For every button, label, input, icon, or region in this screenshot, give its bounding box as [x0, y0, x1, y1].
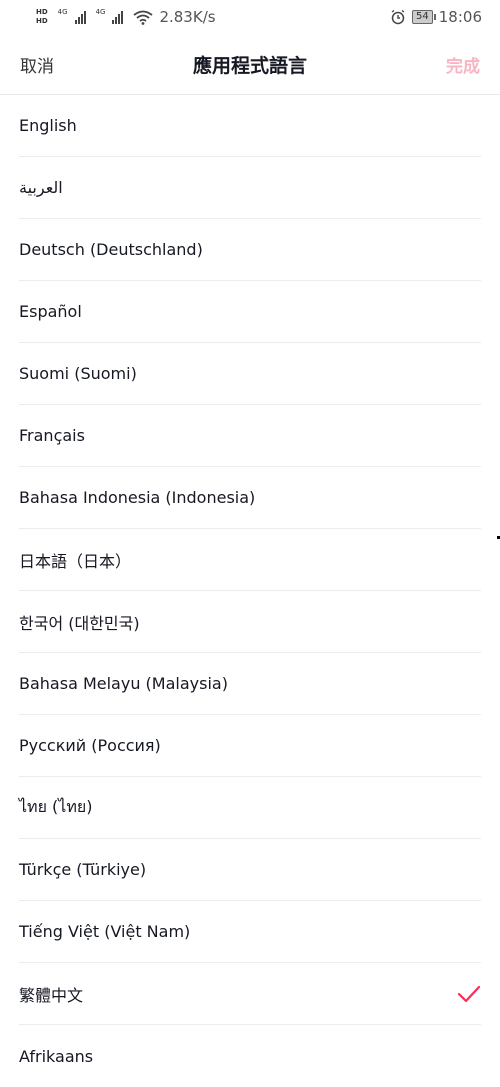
- language-label: Français: [19, 426, 85, 445]
- signal-2-label: 4G: [95, 8, 106, 16]
- language-option-finnish[interactable]: Suomi (Suomi): [19, 343, 481, 405]
- cancel-button[interactable]: 取消: [20, 52, 54, 77]
- hd-icon: HD HD: [36, 8, 48, 26]
- header: 取消 應用程式語言 完成: [0, 34, 500, 95]
- network-speed: 2.83K/s: [159, 8, 216, 26]
- battery-icon: 54: [412, 10, 436, 24]
- language-label: 日本語（日本）: [19, 551, 132, 571]
- signal-icon: [112, 10, 124, 24]
- language-label: English: [19, 116, 77, 135]
- language-option-indonesian[interactable]: Bahasa Indonesia (Indonesia): [19, 467, 481, 529]
- signal-1-label: 4G: [57, 8, 68, 16]
- language-option-japanese[interactable]: 日本語（日本）: [19, 529, 481, 591]
- language-label: 繁體中文: [19, 985, 84, 1005]
- language-option-russian[interactable]: Русский (Россия): [19, 715, 481, 777]
- language-label: Afrikaans: [19, 1046, 94, 1066]
- language-label: العربية: [19, 178, 63, 197]
- language-label: Deutsch (Deutschland): [19, 240, 203, 259]
- language-option-turkish[interactable]: Türkçe (Türkiye): [19, 839, 481, 901]
- status-left: HD HD 4G 4G 2.83K/s: [36, 8, 216, 26]
- clock: 18:06: [438, 8, 482, 26]
- language-option-german[interactable]: Deutsch (Deutschland): [19, 219, 481, 281]
- language-option-thai[interactable]: ไทย (ไทย): [19, 777, 481, 839]
- battery-level: 54: [416, 11, 429, 22]
- language-label: Tiếng Việt (Việt Nam): [19, 922, 191, 941]
- language-option-vietnamese[interactable]: Tiếng Việt (Việt Nam): [19, 901, 481, 963]
- language-option-arabic[interactable]: العربية: [19, 157, 481, 219]
- language-option-traditional-chinese[interactable]: 繁體中文: [19, 963, 481, 1025]
- language-option-korean[interactable]: 한국어 (대한민국): [19, 591, 481, 653]
- hd-bottom-label: HD: [36, 17, 48, 25]
- language-list: English العربية Deutsch (Deutschland) Es…: [0, 95, 500, 1087]
- language-label: Suomi (Suomi): [19, 364, 137, 383]
- language-label: Русский (Россия): [19, 736, 161, 755]
- alarm-icon: [391, 9, 405, 25]
- language-label: Türkçe (Türkiye): [19, 860, 147, 879]
- language-option-spanish[interactable]: Español: [19, 281, 481, 343]
- language-label: Español: [19, 302, 82, 321]
- status-right: 54 18:06: [390, 8, 482, 26]
- language-option-afrikaans[interactable]: Afrikaans: [19, 1025, 481, 1087]
- page-title: 應用程式語言: [192, 54, 307, 77]
- status-bar: HD HD 4G 4G 2.83K/s 54 18:06: [0, 0, 500, 34]
- checkmark-icon: [457, 985, 481, 1002]
- language-label: Bahasa Melayu (Malaysia): [19, 674, 228, 693]
- signal-icon: [74, 10, 86, 24]
- language-label: Bahasa Indonesia (Indonesia): [19, 488, 256, 507]
- wifi-icon: [133, 10, 154, 25]
- hd-top-label: HD: [36, 8, 48, 16]
- language-option-french[interactable]: Français: [19, 405, 481, 467]
- language-option-english[interactable]: English: [19, 95, 481, 157]
- language-option-malay[interactable]: Bahasa Melayu (Malaysia): [19, 653, 481, 715]
- language-label: ไทย (ไทย): [19, 797, 93, 816]
- language-label: 한국어 (대한민국): [19, 613, 140, 633]
- done-button[interactable]: 完成: [446, 52, 480, 77]
